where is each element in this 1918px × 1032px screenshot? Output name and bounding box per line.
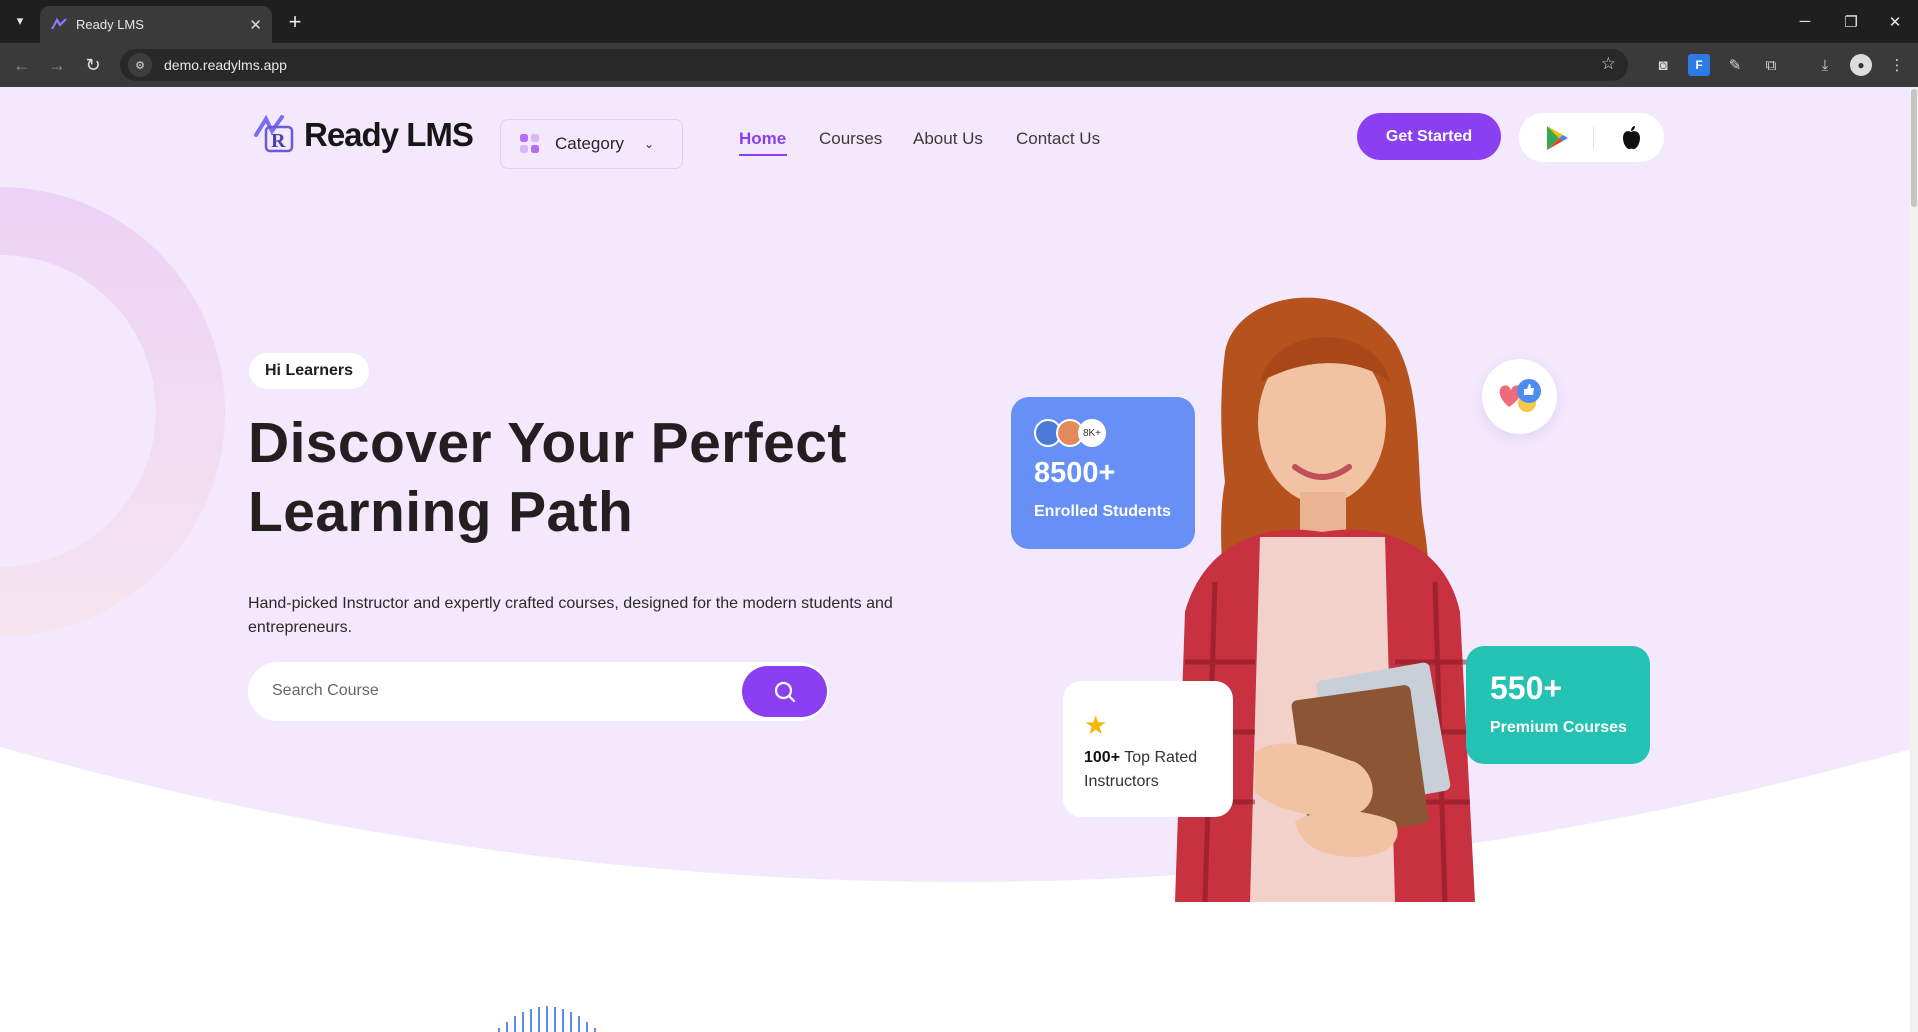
nav-courses[interactable]: Courses bbox=[819, 129, 882, 149]
site-settings-icon[interactable]: ⚙ bbox=[128, 53, 152, 77]
courses-label: Premium Courses bbox=[1490, 719, 1627, 736]
premium-courses-card: 550+ Premium Courses bbox=[1466, 646, 1650, 764]
camera-extension-icon[interactable]: ◙ bbox=[1652, 54, 1674, 76]
app-store-links bbox=[1519, 113, 1664, 162]
tab-title: Ready LMS bbox=[76, 17, 144, 32]
logo-mark-icon: R bbox=[254, 114, 294, 153]
page-viewport: R Ready LMS Category ⌄ Home Courses Abou… bbox=[0, 87, 1918, 1032]
bookmark-star-icon[interactable]: ☆ bbox=[1601, 54, 1616, 74]
student-avatars: 8K+ bbox=[1034, 419, 1106, 447]
hi-learners-chip: Hi Learners bbox=[249, 353, 370, 389]
svg-text:R: R bbox=[271, 130, 286, 152]
courses-count: 550+ bbox=[1490, 670, 1563, 706]
hero-headline-line2: Learning Path bbox=[248, 480, 634, 544]
course-search bbox=[248, 662, 828, 721]
avatar-count-badge: 8K+ bbox=[1078, 419, 1106, 447]
instructors-card: ★ 100+ Top Rated Instructors bbox=[1063, 681, 1233, 817]
nav-contact-us[interactable]: Contact Us bbox=[1016, 129, 1100, 149]
extensions-puzzle-icon[interactable]: ⧉ bbox=[1760, 54, 1782, 76]
star-icon: ★ bbox=[1084, 710, 1108, 740]
pen-extension-icon[interactable]: ✎ bbox=[1724, 54, 1746, 76]
close-window-icon[interactable]: ✕ bbox=[1872, 0, 1918, 43]
nav-active-indicator bbox=[739, 154, 787, 156]
profile-avatar-icon[interactable]: ● bbox=[1850, 54, 1872, 76]
hero-headline-line1: Discover Your Perfect bbox=[248, 411, 847, 475]
restore-icon[interactable]: ❐ bbox=[1828, 0, 1874, 43]
hero-subtitle: Hand-picked Instructor and expertly craf… bbox=[248, 595, 893, 636]
like-heart-icon bbox=[1499, 378, 1541, 412]
search-button[interactable] bbox=[742, 666, 827, 717]
students-count: 8500+ bbox=[1034, 457, 1116, 489]
google-play-icon[interactable] bbox=[1545, 125, 1569, 151]
category-grid-icon bbox=[520, 134, 539, 153]
tab-ready-lms[interactable]: Ready LMS ✕ bbox=[40, 6, 272, 43]
hero-headline: Discover Your Perfect Learning Path bbox=[248, 409, 928, 547]
browser-menu-icon[interactable]: ⋮ bbox=[1886, 54, 1908, 76]
address-bar[interactable]: ⚙ demo.readylms.app ☆ bbox=[120, 49, 1628, 81]
instructors-text: 100+ Top Rated Instructors bbox=[1084, 746, 1224, 794]
students-label: Enrolled Students bbox=[1034, 503, 1171, 520]
logo[interactable]: R Ready LMS bbox=[252, 113, 474, 157]
enrolled-students-card: 8K+ 8500+ Enrolled Students bbox=[1011, 397, 1195, 549]
browser-tabbar: ▾ Ready LMS ✕ + ─ ❐ ✕ bbox=[0, 0, 1918, 43]
apple-icon[interactable] bbox=[1620, 125, 1642, 151]
decorative-bars-graphic bbox=[498, 1006, 596, 1032]
instructors-count: 100+ bbox=[1084, 749, 1121, 766]
nav-home[interactable]: Home bbox=[739, 129, 786, 149]
store-divider bbox=[1593, 126, 1594, 149]
search-icon bbox=[774, 681, 795, 702]
back-icon[interactable]: ← bbox=[9, 52, 35, 78]
tab-list-icon[interactable]: ▾ bbox=[8, 9, 32, 33]
close-tab-icon[interactable]: ✕ bbox=[249, 16, 262, 34]
forward-icon[interactable]: → bbox=[44, 52, 70, 78]
search-input[interactable] bbox=[272, 675, 732, 707]
scroll-thumb[interactable] bbox=[1911, 89, 1917, 207]
minimize-icon[interactable]: ─ bbox=[1782, 0, 1828, 43]
student-hero-image bbox=[1175, 297, 1475, 903]
ready-lms-favicon-icon bbox=[51, 17, 67, 30]
browser-toolbar: ← → ↻ ⚙ demo.readylms.app ☆ ◙ F ✎ ⧉ ⤓ ● … bbox=[0, 43, 1918, 87]
download-icon[interactable]: ⤓ bbox=[1814, 54, 1836, 76]
reactions-badge bbox=[1482, 359, 1557, 434]
chevron-down-icon: ⌄ bbox=[643, 137, 655, 151]
category-dropdown[interactable]: Category ⌄ bbox=[500, 119, 683, 169]
logo-text: Ready LMS bbox=[304, 116, 474, 153]
category-label: Category bbox=[555, 134, 624, 153]
reload-icon[interactable]: ↻ bbox=[80, 52, 106, 78]
nav-about-us[interactable]: About Us bbox=[913, 129, 983, 149]
new-tab-icon[interactable]: + bbox=[282, 9, 308, 35]
get-started-button[interactable]: Get Started bbox=[1357, 113, 1501, 160]
translate-extension-icon[interactable]: F bbox=[1688, 54, 1710, 76]
page-scrollbar[interactable] bbox=[1910, 87, 1918, 1032]
url-text: demo.readylms.app bbox=[164, 57, 287, 73]
hero-background bbox=[0, 87, 1918, 882]
